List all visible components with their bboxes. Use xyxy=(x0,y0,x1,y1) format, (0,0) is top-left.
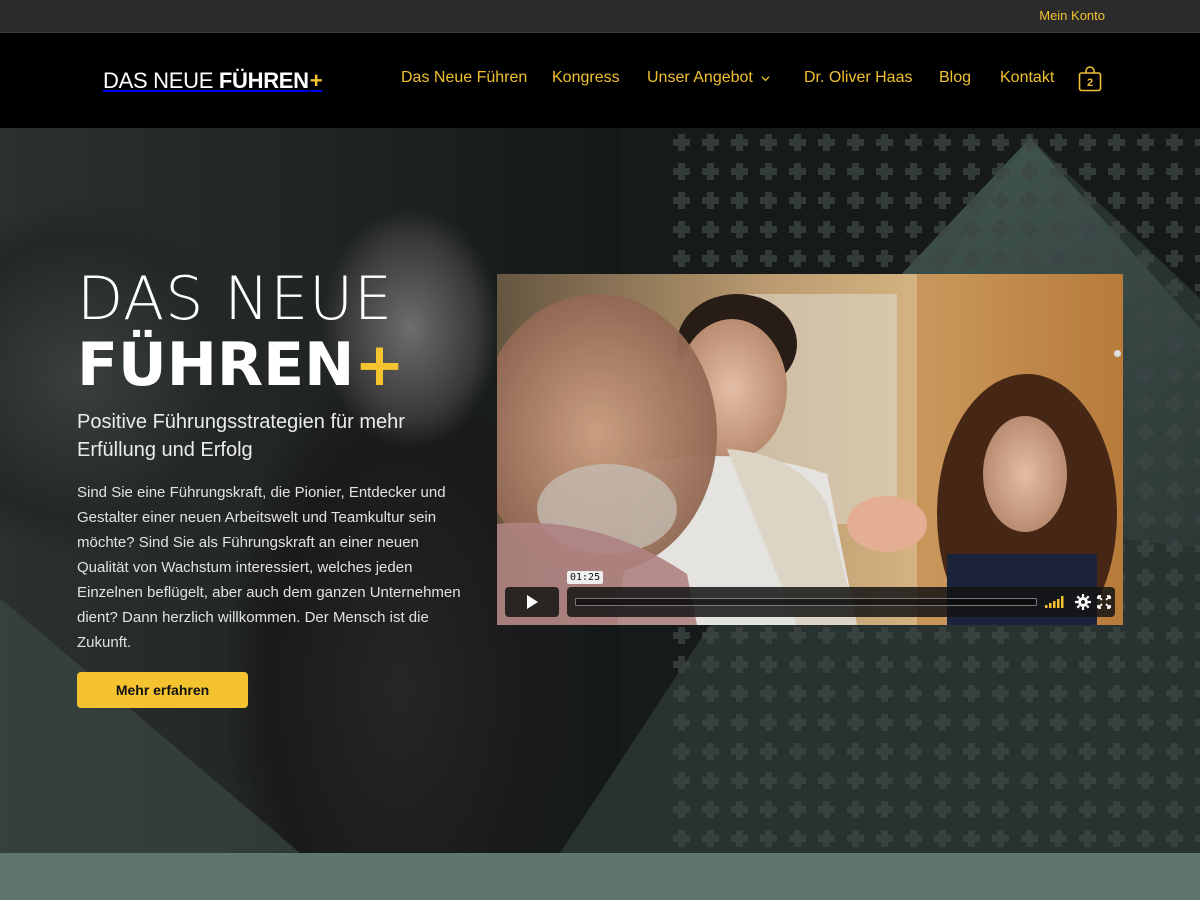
learn-more-button[interactable]: Mehr erfahren xyxy=(77,672,248,708)
volume-icon[interactable] xyxy=(1045,596,1067,608)
video-indicator-dot xyxy=(1114,350,1121,357)
logo-plus: + xyxy=(309,68,323,93)
nav-item-kontakt[interactable]: Kontakt xyxy=(1000,69,1054,87)
play-icon xyxy=(527,595,538,609)
nav-item-unser-angebot[interactable]: Unser Angebot xyxy=(647,69,770,87)
hero-title-line2: FÜHREN+ xyxy=(77,332,405,398)
fullscreen-icon[interactable] xyxy=(1097,595,1111,609)
hero-subtitle: Positive Führungsstrategien für mehr Erf… xyxy=(77,411,405,461)
hero-title: DAS NEUE FÜHREN+ xyxy=(77,266,405,398)
my-account-link[interactable]: Mein Konto xyxy=(1039,8,1105,23)
video-controls: 01:25 xyxy=(505,571,1115,617)
video-scrubber[interactable] xyxy=(575,598,1037,606)
video-player[interactable]: 01:25 xyxy=(497,274,1123,625)
nav-item-unser-angebot-label: Unser Angebot xyxy=(647,69,753,86)
hero-title-line1: DAS NEUE xyxy=(77,264,393,334)
cart-count: 2 xyxy=(1087,77,1093,89)
nav-item-kongress[interactable]: Kongress xyxy=(552,69,620,87)
hero-title-plus: + xyxy=(354,330,405,400)
hero-body-text: Sind Sie eine Führungskraft, die Pionier… xyxy=(77,484,461,651)
top-utility-bar: Mein Konto xyxy=(0,0,1200,33)
logo-text-part2: FÜHREN xyxy=(218,68,309,93)
chevron-down-icon xyxy=(761,75,770,81)
site-header: DAS NEUE FÜHREN+ Das Neue Führen Kongres… xyxy=(0,33,1200,128)
nav-item-das-neue-fuehren[interactable]: Das Neue Führen xyxy=(401,69,527,87)
site-logo[interactable]: DAS NEUE FÜHREN+ xyxy=(103,68,323,94)
play-button[interactable] xyxy=(505,587,559,617)
settings-gear-icon[interactable] xyxy=(1075,594,1091,610)
nav-item-blog[interactable]: Blog xyxy=(939,69,971,87)
logo-text-part1: DAS NEUE xyxy=(103,68,219,93)
nav-item-dr-oliver-haas[interactable]: Dr. Oliver Haas xyxy=(804,69,912,87)
cart-button[interactable]: 2 xyxy=(1078,66,1102,92)
next-section-strip xyxy=(0,853,1200,900)
video-progress-bar[interactable] xyxy=(567,587,1115,617)
hero-section: DAS NEUE FÜHREN+ Positive Führungsstrate… xyxy=(0,128,1200,853)
hero-title-line2-text: FÜHREN xyxy=(77,330,355,400)
video-timecode: 01:25 xyxy=(567,571,604,584)
shopping-bag-icon: 2 xyxy=(1078,66,1102,92)
